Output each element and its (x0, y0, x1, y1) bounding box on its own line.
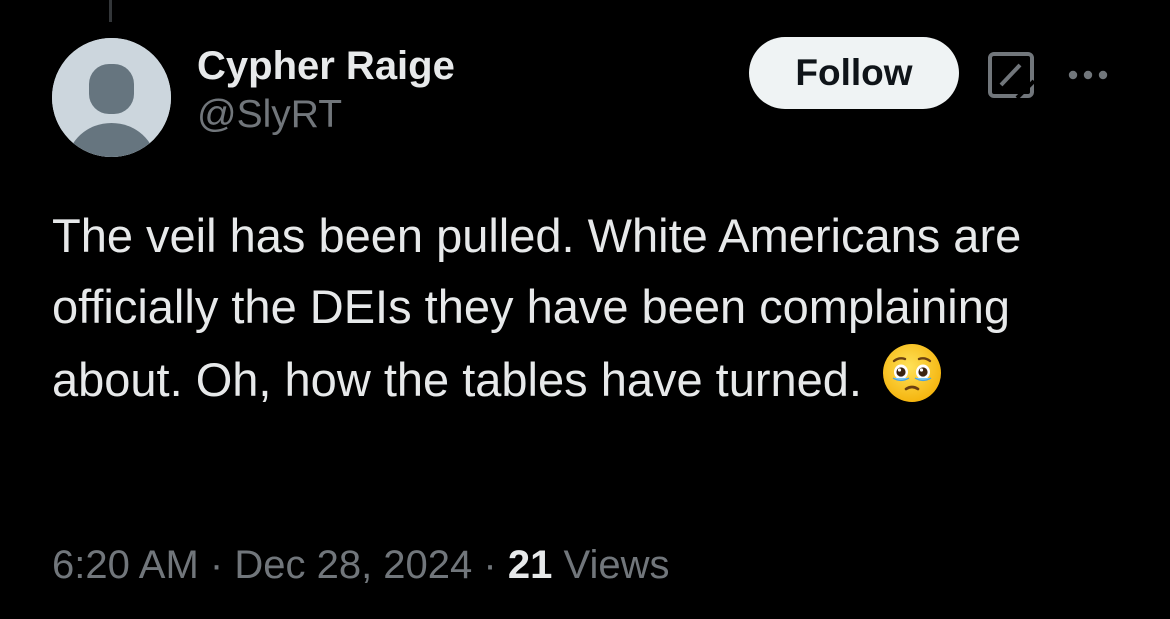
avatar[interactable] (52, 38, 171, 157)
post-text-content: The veil has been pulled. White American… (52, 209, 1022, 406)
face-holding-back-tears-emoji-icon (881, 342, 943, 423)
author-display-name[interactable]: Cypher Raige (197, 42, 455, 90)
post-time[interactable]: 6:20 AM (52, 543, 199, 587)
author-handle[interactable]: @SlyRT (197, 91, 455, 139)
post-text: The veil has been pulled. White American… (52, 200, 1132, 423)
views-label: Views (563, 543, 670, 587)
thread-connector-line (109, 0, 112, 22)
post-date[interactable]: Dec 28, 2024 (234, 543, 472, 587)
more-options-icon[interactable] (1065, 60, 1113, 90)
default-avatar-icon (52, 38, 171, 157)
author-info[interactable]: Cypher Raige @SlyRT (197, 42, 455, 139)
meta-separator-2: · (483, 543, 497, 587)
meta-separator: · (209, 543, 224, 587)
views-count: 21 (507, 543, 553, 587)
post-metadata: 6:20 AM · Dec 28, 2024 · 21 Views (52, 535, 669, 595)
grok-icon[interactable] (987, 51, 1036, 100)
follow-button[interactable]: Follow (749, 37, 959, 109)
